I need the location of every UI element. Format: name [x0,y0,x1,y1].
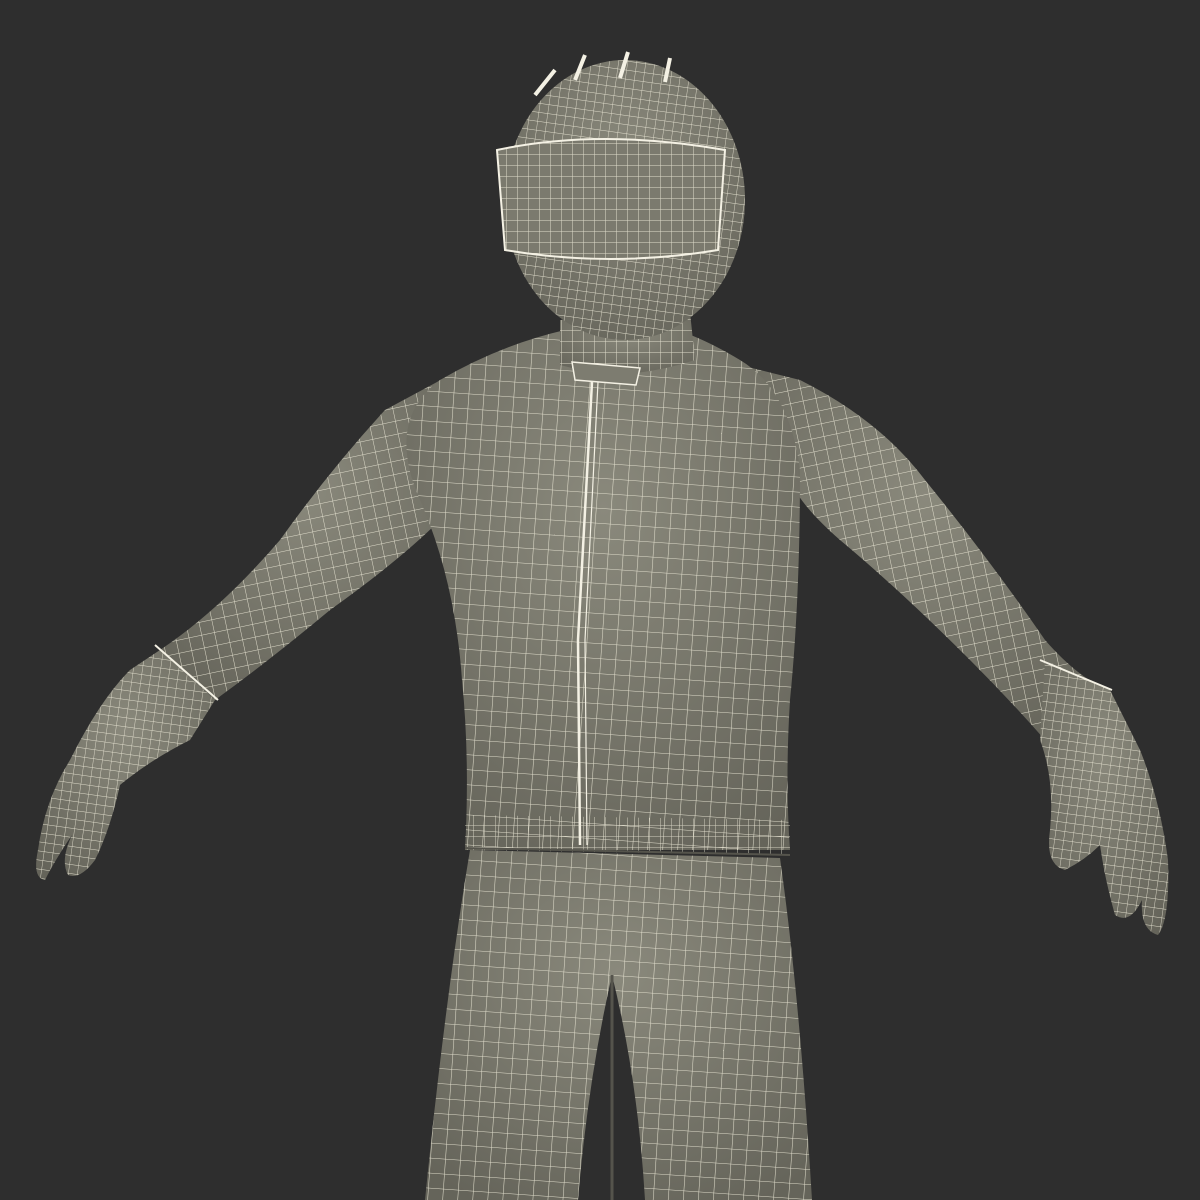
render-viewport [0,0,1200,1200]
wireframe-figure [0,0,1200,1200]
